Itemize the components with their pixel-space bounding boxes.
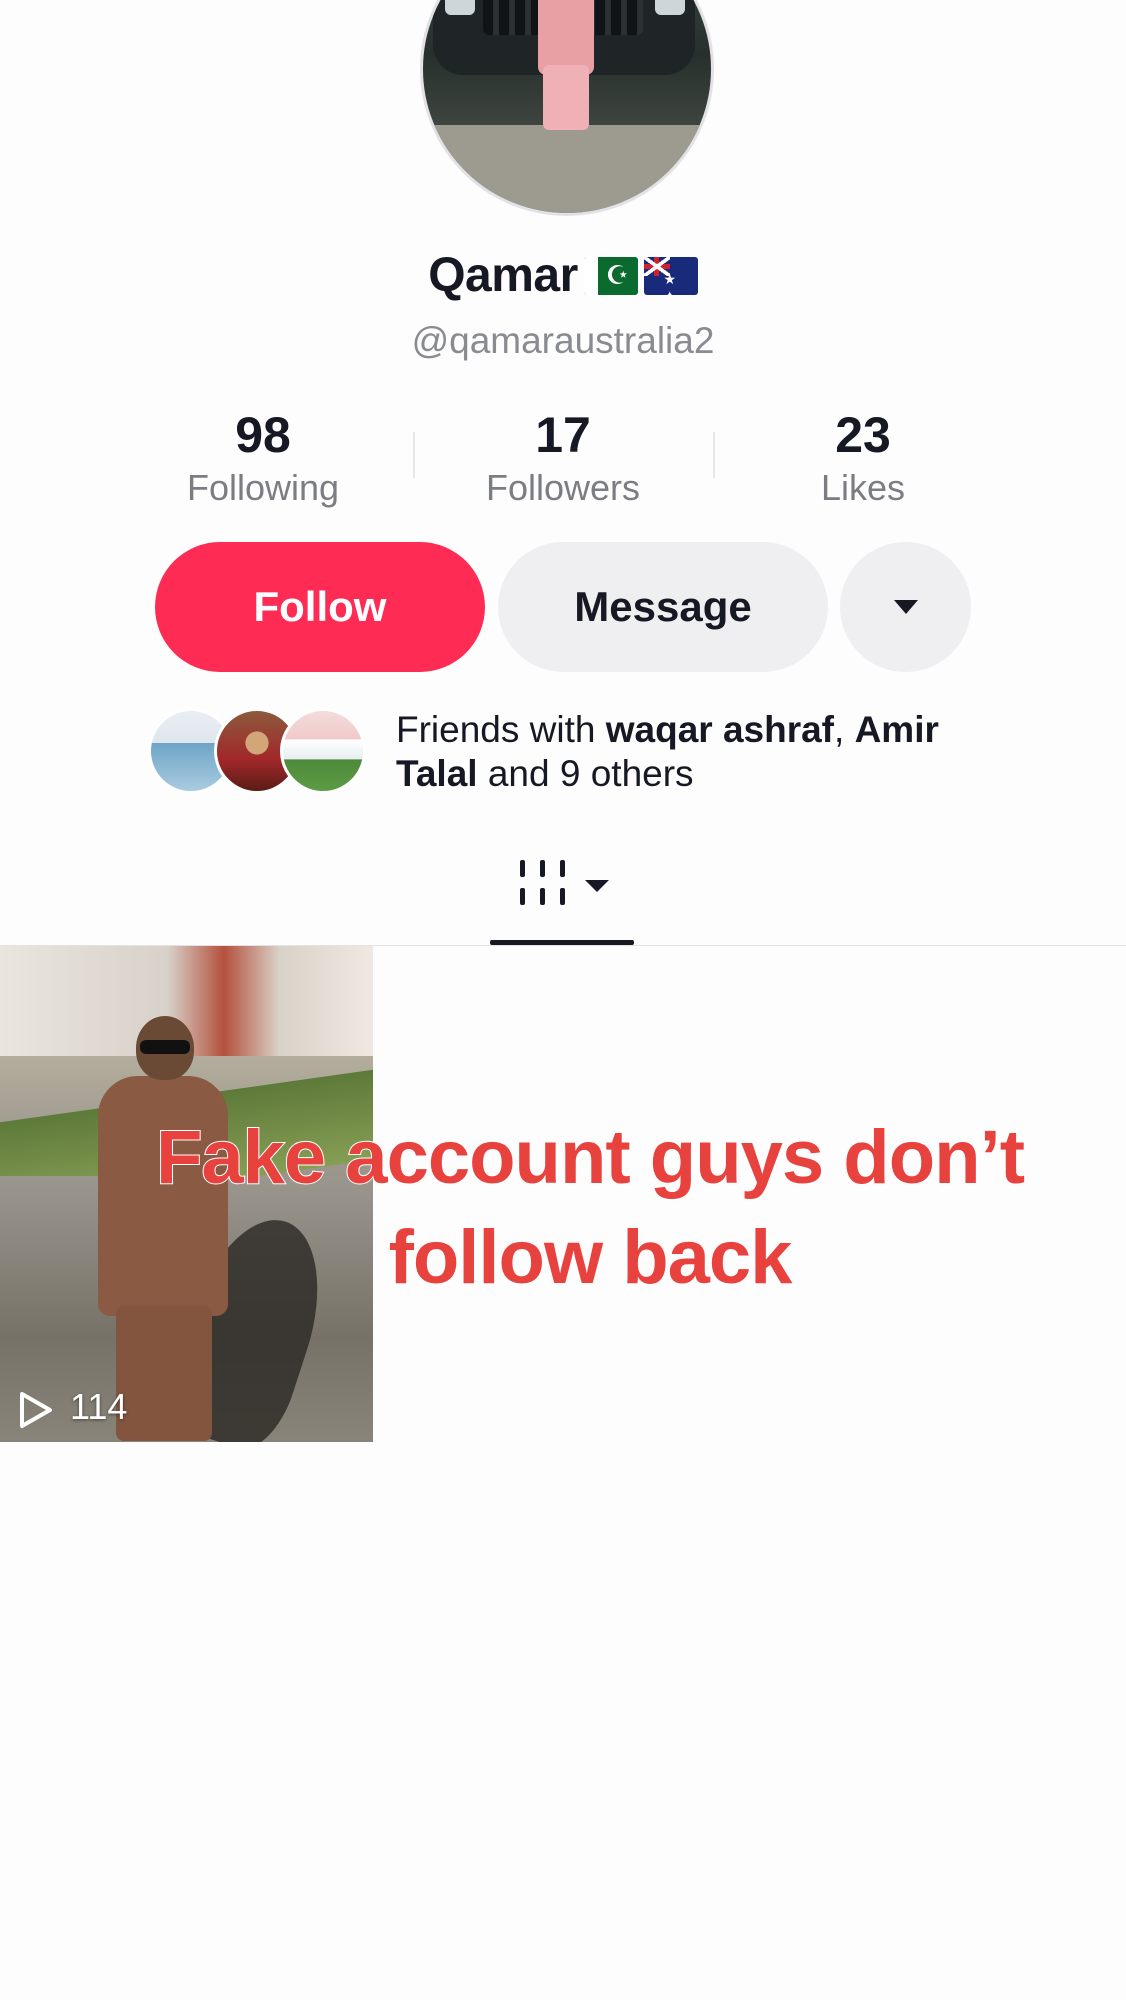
stat-followers[interactable]: 17 Followers bbox=[433, 405, 693, 511]
username: @qamaraustralia2 bbox=[411, 320, 715, 361]
friend-name: waqar ashraf bbox=[605, 709, 835, 750]
profile-avatar[interactable] bbox=[420, 0, 714, 216]
friends-suffix: and 9 others bbox=[477, 753, 694, 794]
stat-following[interactable]: 98 Following bbox=[133, 405, 393, 511]
stat-divider bbox=[413, 432, 415, 478]
mutual-friends-text[interactable]: Friends with waqar ashraf, Amir Talal an… bbox=[396, 708, 996, 796]
followers-label: Followers bbox=[485, 467, 641, 508]
likes-label: Likes bbox=[820, 467, 906, 508]
view-count: 114 bbox=[70, 1386, 128, 1427]
australia-flag-icon bbox=[643, 257, 698, 295]
caret-down-icon bbox=[893, 600, 918, 614]
stat-divider bbox=[713, 432, 715, 478]
display-name: Qamar bbox=[0, 248, 1126, 303]
pakistan-flag-icon bbox=[583, 257, 638, 295]
friends-separator: , bbox=[834, 709, 855, 750]
likes-count: 23 bbox=[835, 407, 891, 463]
following-count: 98 bbox=[235, 407, 291, 463]
more-options-button[interactable] bbox=[840, 542, 971, 672]
display-name-text: Qamar bbox=[428, 249, 578, 302]
tab-videos[interactable] bbox=[490, 860, 634, 948]
following-label: Following bbox=[186, 467, 340, 508]
video-caption-overlay: Fake account guys don’t follow back bbox=[155, 1114, 1026, 1301]
play-icon bbox=[20, 1392, 52, 1428]
friends-prefix: Friends with bbox=[396, 709, 606, 750]
stat-likes[interactable]: 23 Likes bbox=[733, 405, 993, 511]
friend-avatar[interactable] bbox=[280, 708, 366, 794]
chevron-down-icon bbox=[585, 880, 609, 892]
follow-button[interactable]: Follow bbox=[155, 542, 485, 672]
followers-count: 17 bbox=[535, 407, 591, 463]
message-button[interactable]: Message bbox=[498, 542, 828, 672]
